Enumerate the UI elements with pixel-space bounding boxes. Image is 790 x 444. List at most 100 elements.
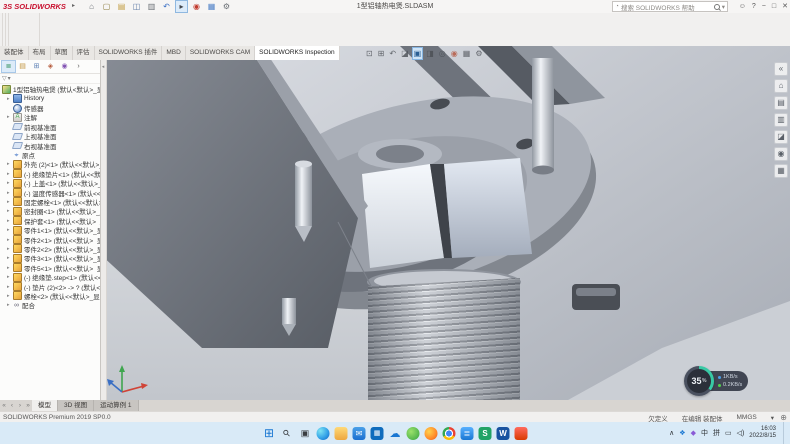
orange-browser-icon[interactable] — [425, 427, 438, 440]
tree-item[interactable]: ▸ A 注解 — [0, 113, 100, 122]
panel-overflow-tab[interactable]: › — [72, 61, 85, 72]
net-speed-overlay[interactable]: 35% 1KB/s 0.2KB/s — [684, 366, 748, 396]
3d-views-tab[interactable]: 3D 视图 — [58, 400, 94, 411]
tree-item[interactable]: ▸ History — [0, 94, 100, 103]
show-desktop-button[interactable] — [783, 422, 786, 444]
display-settings-icon[interactable]: ▦ — [206, 1, 217, 12]
expand-arrow-icon[interactable]: ▸ — [7, 274, 11, 280]
taskpane-collapse-icon[interactable]: « — [774, 62, 788, 76]
volume-icon[interactable]: ◁) — [737, 429, 745, 437]
tab-evaluate[interactable]: 评估 — [73, 46, 95, 60]
displaymanager-tab[interactable]: ◉ — [58, 61, 71, 72]
expand-arrow-icon[interactable]: ▸ — [7, 218, 11, 224]
mail-icon[interactable]: ✉ — [353, 427, 366, 440]
tab-addins[interactable]: SOLIDWORKS 插件 — [95, 46, 163, 60]
expand-arrow-icon[interactable]: ▸ — [7, 199, 11, 205]
search-taskbar-icon[interactable]: ⚲ — [278, 424, 296, 442]
zoom-area-icon[interactable]: ⊞ — [377, 48, 386, 59]
tree-item[interactable]: ▸ 零件1<1> (默认<<默认>_显示状态 — [0, 225, 100, 234]
featuremanager-tab[interactable]: ≣ — [2, 61, 15, 72]
filter-funnel-icon[interactable]: ▽ — [2, 75, 7, 82]
model-tab[interactable]: 模型 — [32, 400, 58, 411]
edge-icon[interactable] — [317, 427, 330, 440]
expand-arrow-icon[interactable]: ▸ — [7, 171, 11, 177]
expand-arrow-icon[interactable]: ▸ — [7, 180, 11, 186]
status-item[interactable]: 在编辑 装配体 — [682, 413, 723, 423]
tree-item[interactable]: ▸ 保护套<1> (默认<<默认>_显示状态 — [0, 216, 100, 225]
tree-item[interactable]: ▸ 螺栓<2> (默认<<默认>_显示状态 — [0, 291, 100, 300]
login-icon[interactable]: ☺ — [739, 0, 746, 13]
sw-resources-icon[interactable]: ⌂ — [774, 79, 788, 93]
expand-arrow-icon[interactable]: ▸ — [7, 302, 11, 308]
task-view-icon[interactable]: ▣ — [299, 427, 312, 440]
tree-filter[interactable]: ▽ ▾ — [0, 74, 100, 84]
motion-study-tab[interactable]: 运动算例 1 — [94, 400, 138, 411]
tree-item[interactable]: ▸ (-) 绝缘垫片<1> (默认<<默认>_显示状 — [0, 169, 100, 178]
doc-tab-nav-arrow[interactable]: » — [24, 400, 32, 411]
expand-arrow-icon[interactable]: ▸ — [7, 265, 11, 271]
ime-mode[interactable]: 拼 — [713, 428, 720, 438]
expand-arrow-icon[interactable]: ▸ — [7, 293, 11, 299]
status-item[interactable]: ▾ — [771, 414, 774, 422]
propertymanager-tab[interactable]: ▤ — [16, 61, 29, 72]
expand-arrow-icon[interactable]: ▸ — [7, 190, 11, 196]
tree-item[interactable]: ▸ (-) 上盖<1> (默认<<默认>_显示状态 — [0, 179, 100, 188]
undo-icon[interactable]: ↶ — [161, 1, 172, 12]
expand-arrow-icon[interactable]: ▸ — [7, 284, 11, 290]
view-settings-icon[interactable]: ⚙ — [474, 48, 483, 59]
edit-appearance-icon[interactable]: ◉ — [450, 48, 459, 59]
view-orientation-icon[interactable]: ▣ — [413, 48, 423, 59]
status-item[interactable]: MMGS — [737, 414, 757, 421]
doc-tab-nav-arrow[interactable]: « — [0, 400, 8, 411]
tab-sketch[interactable]: 草图 — [51, 46, 73, 60]
tree-item[interactable]: ▸ 零件2<1> (默认<<默认>_显示状态 — [0, 235, 100, 244]
zoom-fit-icon[interactable]: ⊡ — [365, 48, 374, 59]
taskbar-clock[interactable]: 16:03 2022/8/15 — [749, 426, 776, 441]
panel-splitter[interactable]: ◂ — [100, 60, 107, 400]
tree-item[interactable]: ▸ 固定螺栓<1> (默认<<默认>_显示状态 — [0, 197, 100, 206]
expand-arrow-icon[interactable]: ▸ — [7, 227, 11, 233]
ime-language[interactable]: 中 — [701, 428, 708, 438]
tree-item[interactable]: ⌖ 原点 — [0, 150, 100, 159]
tree-item[interactable]: ▸ 密封圈<1> (默认<<默认>_显示状态 — [0, 207, 100, 216]
tree-root-item[interactable]: 1型铝轴热电煲 (默认<默认>_显示状态-1 — [0, 84, 100, 94]
tree-item[interactable]: 上视基准面 — [0, 132, 100, 141]
expand-arrow-icon[interactable]: ▸ — [7, 161, 11, 167]
tree-item[interactable]: ▸ ∞ 配合 — [0, 301, 100, 310]
globe-icon[interactable]: ⊕ — [780, 413, 787, 422]
search-input[interactable]: 搜索 SOLIDWORKS 帮助 — [621, 2, 712, 12]
close-button[interactable]: ✕ — [782, 0, 788, 13]
tree-item[interactable]: ▸ 零件2<2> (默认<<默认>_显示状态 — [0, 244, 100, 253]
search-caret-icon[interactable]: ▾ — [722, 3, 725, 11]
file-explorer-icon[interactable] — [335, 427, 348, 440]
expand-arrow-icon[interactable]: ▸ — [7, 237, 11, 243]
tab-layout[interactable]: 布局 — [29, 46, 51, 60]
red-app-icon[interactable] — [515, 427, 528, 440]
print-icon[interactable]: ▥ — [146, 1, 157, 12]
tree-item[interactable]: 传感器 — [0, 103, 100, 112]
expand-arrow-icon[interactable]: ▸ — [7, 255, 11, 261]
file-explorer-pane-icon[interactable]: ▥ — [774, 113, 788, 127]
start-button[interactable]: ⊞ — [263, 427, 276, 440]
tree-item[interactable]: ▸ (-) 绝缘垫.step<1> (默认<<默认>_ — [0, 272, 100, 281]
view-palette-icon[interactable]: ◪ — [774, 130, 788, 144]
options-icon[interactable]: ⚙ — [221, 1, 232, 12]
rebuild-icon[interactable]: ◉ — [191, 1, 202, 12]
green-s-app-icon[interactable]: S — [479, 427, 492, 440]
home-icon[interactable]: ⌂ — [86, 1, 97, 12]
expand-arrow-icon[interactable]: ▸ — [7, 96, 11, 102]
configurationmanager-tab[interactable]: ⊞ — [30, 61, 43, 72]
onedrive-icon[interactable]: ☁ — [389, 427, 402, 440]
dimxpertmanager-tab[interactable]: ◈ — [44, 61, 57, 72]
new-file-icon[interactable]: ▢ — [101, 1, 112, 12]
chrome-icon[interactable] — [443, 427, 456, 440]
tab-cam[interactable]: SOLIDWORKS CAM — [186, 46, 255, 60]
appearances-icon[interactable]: ◉ — [774, 147, 788, 161]
word-app-icon[interactable]: W — [497, 427, 510, 440]
tree-item[interactable]: 右视基准面 — [0, 141, 100, 150]
tray-chevron-icon[interactable]: ∧ — [669, 429, 674, 437]
filter-caret-icon[interactable]: ▾ — [8, 75, 11, 82]
doc-tab-nav-arrow[interactable]: › — [16, 400, 24, 411]
help-icon[interactable]: ? — [752, 0, 756, 13]
tree-item[interactable]: 前视基准面 — [0, 122, 100, 131]
